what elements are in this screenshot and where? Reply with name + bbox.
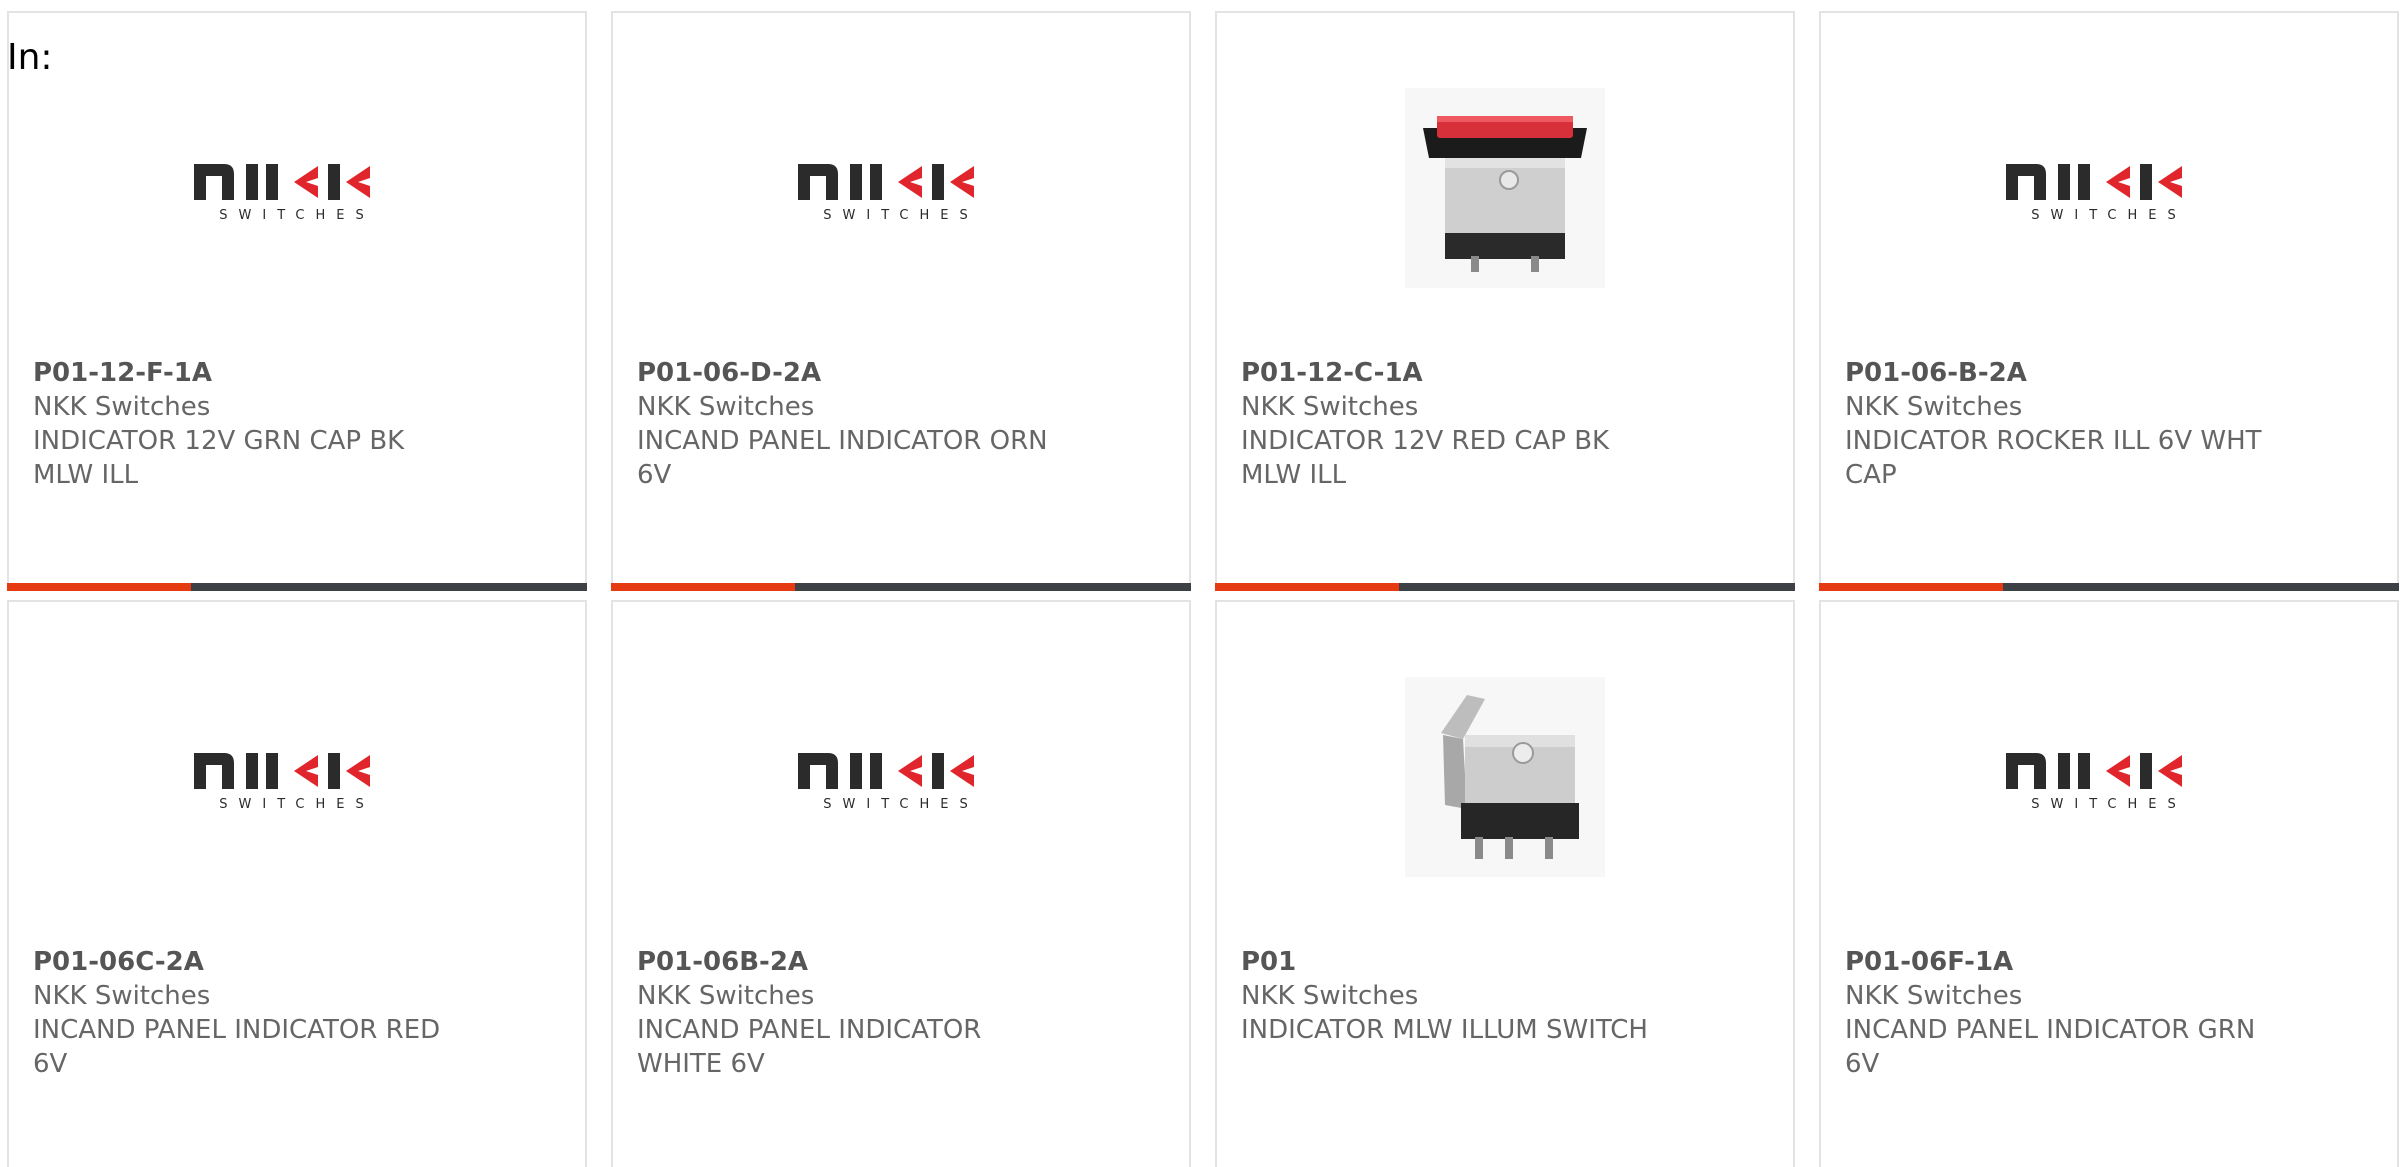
product-description: INCAND PANEL INDICATOR WHITE 6V (637, 1015, 982, 1079)
brand-name: NKK Switches (637, 981, 815, 1011)
product-description: INCAND PANEL INDICATOR RED 6V (33, 1015, 441, 1079)
product-image[interactable] (1217, 73, 1793, 303)
product-image[interactable]: SWITCHES (613, 662, 1189, 892)
logo-subtext: SWITCHES (2031, 797, 2186, 811)
logo-subtext: SWITCHES (219, 208, 374, 222)
product-description: INDICATOR 12V RED CAP BK MLW ILL (1241, 426, 1610, 490)
product-card[interactable]: SWITCHES P01-06F-1A NKK Switches INCAND … (1819, 600, 2399, 1167)
product-info: P01-12-C-1A NKK Switches INDICATOR 12V R… (1241, 356, 1661, 492)
product-image[interactable]: SWITCHES (1821, 73, 2397, 303)
product-info: P01 NKK Switches INDICATOR MLW ILLUM SWI… (1241, 945, 1661, 1047)
product-grid: SWITCHES P01-12-F-1A NKK Switches INDICA… (7, 11, 2399, 1167)
product-info: P01-06F-1A NKK Switches INCAND PANEL IND… (1845, 945, 2265, 1081)
part-number-link[interactable]: P01-12-C-1A (1241, 356, 1661, 390)
product-card[interactable]: SWITCHES P01-06-B-2A NKK Switches INDICA… (1819, 11, 2399, 591)
nkk-logo-icon: SWITCHES (798, 753, 978, 811)
brand-name: NKK Switches (637, 392, 815, 422)
product-info: P01-12-F-1A NKK Switches INDICATOR 12V G… (33, 356, 453, 492)
rocker-switch-red-icon (1405, 88, 1605, 288)
nkk-logo-icon: SWITCHES (798, 164, 978, 222)
product-description: INCAND PANEL INDICATOR GRN 6V (1845, 1015, 2256, 1079)
brand-name: NKK Switches (1241, 392, 1419, 422)
product-description: INDICATOR 12V GRN CAP BK MLW ILL (33, 426, 405, 490)
card-accent-bar (611, 583, 795, 591)
brand-name: NKK Switches (1241, 981, 1419, 1011)
logo-subtext: SWITCHES (823, 797, 978, 811)
brand-name: NKK Switches (1845, 981, 2023, 1011)
product-info: P01-06B-2A NKK Switches INCAND PANEL IND… (637, 945, 1057, 1081)
card-bottom-bar (7, 583, 587, 591)
part-number-link[interactable]: P01-12-F-1A (33, 356, 453, 390)
page: In: SWITCHES P01-12-F-1A NKK Switches IN… (0, 0, 2400, 1167)
product-card[interactable]: P01 NKK Switches INDICATOR MLW ILLUM SWI… (1215, 600, 1795, 1167)
brand-name: NKK Switches (33, 392, 211, 422)
product-description: INDICATOR ROCKER ILL 6V WHT CAP (1845, 426, 2262, 490)
product-info: P01-06C-2A NKK Switches INCAND PANEL IND… (33, 945, 453, 1081)
card-accent-bar (1215, 583, 1399, 591)
logo-subtext: SWITCHES (823, 208, 978, 222)
nkk-logo-icon: SWITCHES (194, 164, 374, 222)
part-number-link[interactable]: P01-06C-2A (33, 945, 453, 979)
product-card[interactable]: SWITCHES P01-06B-2A NKK Switches INCAND … (611, 600, 1191, 1167)
product-card[interactable]: P01-12-C-1A NKK Switches INDICATOR 12V R… (1215, 11, 1795, 591)
card-bottom-bar (611, 583, 1191, 591)
brand-name: NKK Switches (1845, 392, 2023, 422)
product-image[interactable]: SWITCHES (613, 73, 1189, 303)
product-card[interactable]: SWITCHES P01-06C-2A NKK Switches INCAND … (7, 600, 587, 1167)
nkk-logo-icon: SWITCHES (2006, 164, 2186, 222)
brand-name: NKK Switches (33, 981, 211, 1011)
nkk-logo-icon: SWITCHES (2006, 753, 2186, 811)
nkk-logo-icon: SWITCHES (194, 753, 374, 811)
part-number-link[interactable]: P01-06-D-2A (637, 356, 1057, 390)
switch-body-icon (1405, 677, 1605, 877)
logo-subtext: SWITCHES (2031, 208, 2186, 222)
product-image[interactable]: SWITCHES (9, 73, 585, 303)
card-accent-bar (7, 583, 191, 591)
product-image[interactable] (1217, 662, 1793, 892)
card-bottom-bar (1215, 583, 1795, 591)
product-image[interactable]: SWITCHES (9, 662, 585, 892)
product-card[interactable]: SWITCHES P01-12-F-1A NKK Switches INDICA… (7, 11, 587, 591)
card-accent-bar (1819, 583, 2003, 591)
part-number-link[interactable]: P01-06B-2A (637, 945, 1057, 979)
part-number-link[interactable]: P01-06F-1A (1845, 945, 2265, 979)
product-description: INDICATOR MLW ILLUM SWITCH (1241, 1015, 1648, 1045)
product-image[interactable]: SWITCHES (1821, 662, 2397, 892)
part-number-link[interactable]: P01 (1241, 945, 1661, 979)
logo-subtext: SWITCHES (219, 797, 374, 811)
product-card[interactable]: SWITCHES P01-06-D-2A NKK Switches INCAND… (611, 11, 1191, 591)
product-info: P01-06-B-2A NKK Switches INDICATOR ROCKE… (1845, 356, 2265, 492)
in-label: In: (7, 37, 53, 78)
product-info: P01-06-D-2A NKK Switches INCAND PANEL IN… (637, 356, 1057, 492)
part-number-link[interactable]: P01-06-B-2A (1845, 356, 2265, 390)
card-bottom-bar (1819, 583, 2399, 591)
product-description: INCAND PANEL INDICATOR ORN 6V (637, 426, 1048, 490)
